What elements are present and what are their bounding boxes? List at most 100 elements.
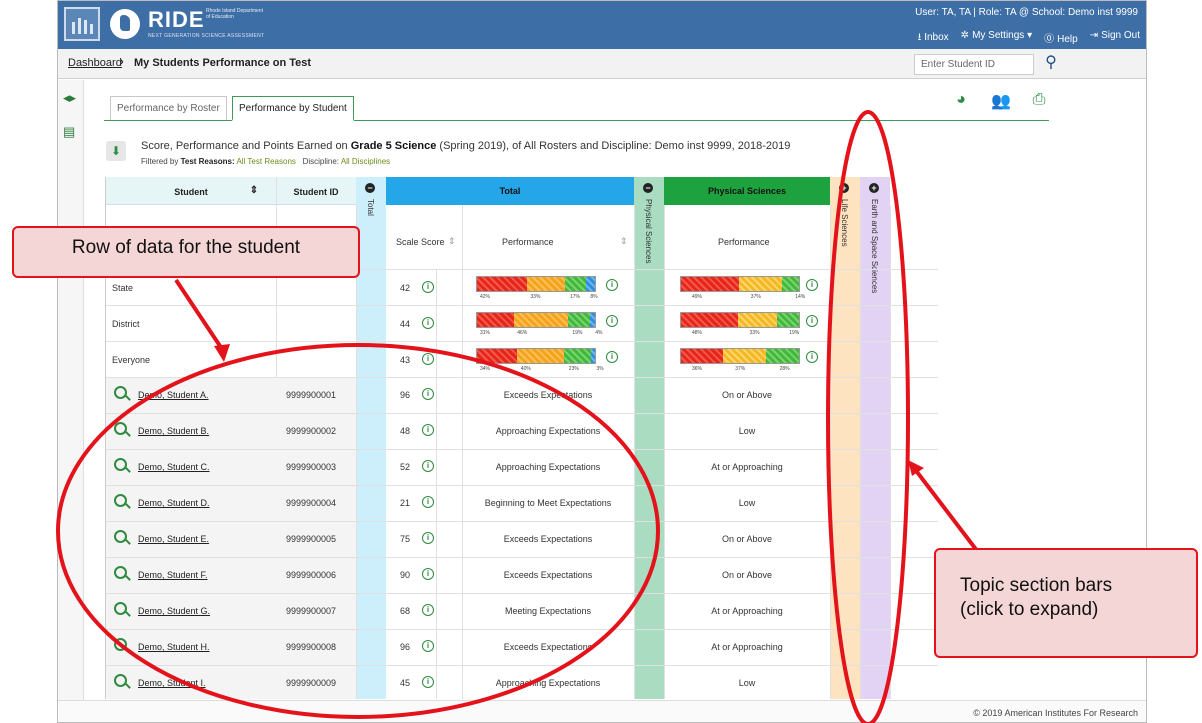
column-divider: [436, 269, 437, 699]
report-description: Score, Performance and Points Earned on …: [141, 140, 791, 152]
student-detail-icon[interactable]: [114, 458, 127, 471]
info-icon[interactable]: i: [422, 676, 434, 688]
distribution-percent: 19%: [572, 330, 583, 336]
student-detail-icon[interactable]: [114, 602, 127, 615]
distribution-percent: 33%: [749, 330, 760, 336]
student-name-link[interactable]: Demo, Student G.: [138, 606, 210, 616]
performance-distribution-bar: [476, 312, 596, 328]
row-divider: [106, 629, 938, 630]
info-icon[interactable]: i: [606, 279, 618, 291]
summary-row-label: District: [112, 319, 140, 329]
distribution-percent: 36%: [692, 366, 703, 372]
info-icon[interactable]: i: [422, 568, 434, 580]
group-icon[interactable]: 👥: [988, 91, 1014, 115]
student-detail-icon[interactable]: [114, 422, 127, 435]
inbox-link[interactable]: ⭳ Inbox: [918, 30, 949, 47]
distribution-segment: [477, 313, 514, 327]
expand-earth-icon[interactable]: +: [869, 183, 879, 193]
info-icon[interactable]: i: [422, 604, 434, 616]
print-icon[interactable]: ⎙: [1026, 91, 1052, 115]
student-detail-icon[interactable]: [114, 386, 127, 399]
settings-link[interactable]: ✲ My Settings ▾: [961, 30, 1032, 47]
download-icon[interactable]: ⬇: [106, 141, 126, 161]
column-header-student-id[interactable]: Student ID: [276, 187, 356, 197]
physical-distribution-bar: [680, 348, 800, 364]
student-detail-icon[interactable]: [114, 494, 127, 507]
info-icon[interactable]: i: [422, 317, 434, 329]
help-link[interactable]: ⓪ Help: [1044, 30, 1078, 47]
column-header-scale-score[interactable]: Scale Score: [396, 237, 445, 247]
breadcrumb-dashboard-link[interactable]: Dashboard: [68, 57, 122, 69]
info-icon[interactable]: i: [422, 353, 434, 365]
tab-performance-by-roster[interactable]: Performance by Roster: [110, 96, 227, 121]
info-icon[interactable]: i: [422, 460, 434, 472]
student-name-link[interactable]: Demo, Student B.: [138, 426, 209, 436]
divider: [276, 177, 277, 205]
search-icon[interactable]: ⚲: [1040, 52, 1062, 74]
physical-performance-level: At or Approaching: [711, 462, 783, 472]
total-collapsed-label: Total: [366, 199, 375, 216]
scale-score-value: 45: [400, 678, 411, 688]
info-icon[interactable]: i: [606, 315, 618, 327]
row-divider: [106, 377, 938, 378]
student-name-link[interactable]: Demo, Student F.: [138, 570, 208, 580]
column-group-physical: Physical Sciences: [664, 177, 830, 205]
collapse-physical-icon[interactable]: −: [643, 183, 653, 193]
sign-out-link[interactable]: ⇥ Sign Out: [1090, 30, 1140, 47]
student-detail-icon[interactable]: [114, 566, 127, 579]
student-detail-icon[interactable]: [114, 638, 127, 651]
total-collapsed-band[interactable]: [356, 177, 386, 699]
sort-icon[interactable]: ⇕: [248, 185, 260, 196]
student-id-search-input[interactable]: Enter Student ID: [914, 54, 1034, 75]
row-divider: [106, 593, 938, 594]
distribution-segment: [585, 277, 595, 291]
column-divider: [830, 205, 831, 699]
distribution-percent: 40%: [520, 366, 531, 372]
info-icon[interactable]: i: [806, 279, 818, 291]
info-icon[interactable]: i: [422, 640, 434, 652]
info-icon[interactable]: i: [422, 388, 434, 400]
scale-score-value: 96: [400, 390, 411, 400]
column-header-student[interactable]: Student: [146, 187, 236, 197]
info-icon[interactable]: i: [806, 351, 818, 363]
distribution-segment: [681, 277, 739, 291]
info-icon[interactable]: i: [422, 281, 434, 293]
tab-performance-by-student[interactable]: Performance by Student: [232, 96, 354, 121]
student-name-link[interactable]: Demo, Student A.: [138, 390, 209, 400]
distribution-segment: [782, 277, 799, 291]
student-id-value: 9999900001: [286, 390, 337, 400]
distribution-segment: [477, 349, 518, 363]
scale-score-value: 90: [400, 570, 411, 580]
expand-life-icon[interactable]: +: [839, 183, 849, 193]
distribution-segment: [564, 349, 592, 363]
student-detail-icon[interactable]: [114, 674, 127, 687]
distribution-segment: [681, 313, 738, 327]
callout-topic-bars: Topic section bars (click to expand): [934, 548, 1198, 658]
student-detail-icon[interactable]: [114, 530, 127, 543]
info-icon[interactable]: i: [422, 424, 434, 436]
life-sciences-topic-bar[interactable]: [830, 177, 860, 699]
collapse-total-icon[interactable]: −: [365, 183, 375, 193]
info-icon[interactable]: i: [606, 351, 618, 363]
scale-score-value: 48: [400, 426, 411, 436]
info-icon[interactable]: i: [422, 532, 434, 544]
distribution-percent: 37%: [735, 366, 746, 372]
info-icon[interactable]: i: [806, 315, 818, 327]
pie-chart-icon[interactable]: ◕: [948, 91, 974, 115]
student-name-link[interactable]: Demo, Student D.: [138, 498, 210, 508]
distribution-percent: 33%: [530, 294, 541, 300]
physical-distribution-bar: [680, 312, 800, 328]
distribution-segment: [766, 349, 799, 363]
student-name-link[interactable]: Demo, Student I.: [138, 678, 206, 688]
column-header-performance[interactable]: Performance: [502, 237, 554, 247]
clipboard-icon[interactable]: ▤: [63, 124, 75, 140]
column-header-physical-performance[interactable]: Performance: [718, 237, 770, 247]
info-icon[interactable]: i: [422, 496, 434, 508]
student-name-link[interactable]: Demo, Student C.: [138, 462, 210, 472]
student-name-link[interactable]: Demo, Student E.: [138, 534, 209, 544]
sort-icon[interactable]: ⇕: [620, 236, 628, 247]
expand-collapse-icon[interactable]: ◂▸: [63, 90, 76, 106]
sort-icon[interactable]: ⇕: [448, 236, 456, 247]
student-name-link[interactable]: Demo, Student H.: [138, 642, 210, 652]
performance-distribution-bar: [476, 276, 596, 292]
